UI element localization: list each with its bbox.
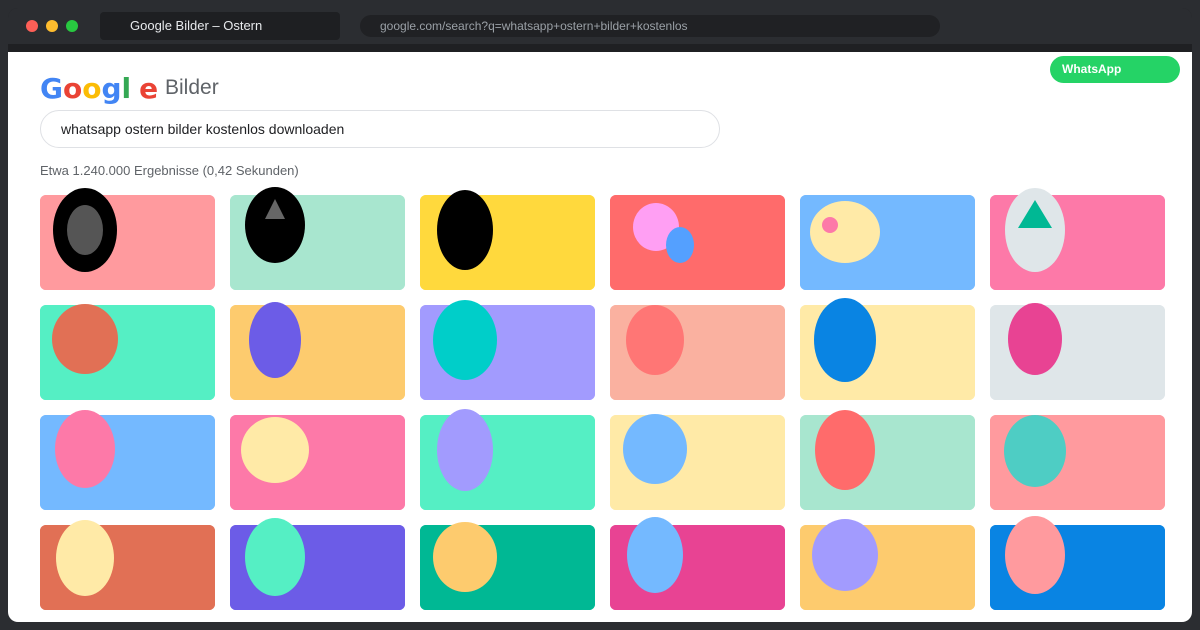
image-result-tile[interactable]	[800, 519, 975, 610]
easter-egg-icon	[627, 517, 683, 593]
image-result-tile[interactable]	[800, 298, 975, 400]
small-egg-icon	[666, 227, 694, 263]
image-result-tile[interactable]	[990, 303, 1165, 400]
easter-egg-icon	[52, 304, 118, 374]
logo-letter: o	[62, 71, 83, 105]
image-result-tile[interactable]	[230, 187, 405, 290]
triangle-icon	[1018, 200, 1052, 228]
easter-egg-icon	[437, 190, 493, 270]
image-result-tile[interactable]	[230, 415, 405, 510]
easter-egg-icon	[810, 201, 880, 263]
easter-egg-icon	[626, 305, 684, 375]
image-result-tile[interactable]	[40, 520, 215, 610]
logo-letter: e	[139, 71, 159, 105]
easter-egg-icon	[437, 409, 493, 491]
image-result-tile[interactable]	[230, 302, 405, 400]
result-stats: Etwa 1.240.000 Ergebnisse (0,42 Sekunden…	[40, 163, 299, 178]
easter-egg-icon	[55, 410, 115, 488]
image-result-tile[interactable]	[990, 516, 1165, 610]
image-result-tile[interactable]	[420, 522, 595, 610]
image-result-tile[interactable]	[610, 517, 785, 610]
image-result-tile[interactable]	[610, 305, 785, 400]
image-result-tile[interactable]	[420, 190, 595, 290]
whatsapp-button[interactable]: WhatsApp	[1050, 56, 1180, 83]
page-content: Google Bilder Etwa 1.240.000 Ergebnisse …	[8, 52, 1192, 622]
easter-egg-icon	[433, 300, 497, 380]
logo-letter: G	[40, 71, 63, 105]
browser-window: Google Bilder – Ostern google.com/search…	[8, 8, 1192, 622]
easter-egg-icon	[1005, 516, 1065, 594]
easter-egg-icon	[56, 520, 114, 596]
title-bar: Google Bilder – Ostern google.com/search…	[8, 8, 1192, 44]
small-egg-icon	[822, 217, 838, 233]
close-window-icon[interactable]	[26, 20, 38, 32]
easter-egg-icon	[241, 417, 309, 483]
image-result-tile[interactable]	[230, 518, 405, 610]
address-bar[interactable]: google.com/search?q=whatsapp+ostern+bild…	[360, 15, 940, 37]
tile-background	[610, 195, 785, 290]
logo-letter: o	[82, 71, 102, 105]
image-result-tile[interactable]	[420, 300, 595, 400]
image-result-tile[interactable]	[800, 410, 975, 510]
image-result-tile[interactable]	[420, 409, 595, 510]
easter-egg-icon	[1008, 303, 1062, 375]
minimize-window-icon[interactable]	[46, 20, 58, 32]
google-logo[interactable]: Google	[40, 70, 158, 106]
image-result-tile[interactable]	[40, 188, 215, 290]
image-result-tile[interactable]	[610, 414, 785, 510]
image-result-tile[interactable]	[610, 195, 785, 290]
easter-egg-icon	[433, 522, 497, 592]
browser-tab[interactable]: Google Bilder – Ostern	[100, 12, 340, 40]
easter-egg-icon	[249, 302, 301, 378]
egg-inner-icon	[67, 205, 103, 255]
image-result-tile[interactable]	[990, 415, 1165, 510]
logo-subtitle: Bilder	[165, 76, 219, 99]
logo-letter: g	[101, 71, 122, 105]
image-result-tile[interactable]	[40, 410, 215, 510]
search-input[interactable]	[40, 110, 720, 148]
maximize-window-icon[interactable]	[66, 20, 78, 32]
easter-egg-icon	[815, 410, 875, 490]
logo-letter: l	[121, 71, 132, 105]
triangle-icon	[265, 199, 285, 219]
easter-egg-icon	[245, 518, 305, 596]
image-result-tile[interactable]	[990, 188, 1165, 290]
easter-egg-icon	[623, 414, 687, 484]
easter-egg-icon	[814, 298, 876, 382]
image-result-tile[interactable]	[40, 304, 215, 400]
easter-egg-icon	[812, 519, 878, 591]
easter-egg-icon	[1004, 415, 1066, 487]
image-result-tile[interactable]	[800, 195, 975, 290]
